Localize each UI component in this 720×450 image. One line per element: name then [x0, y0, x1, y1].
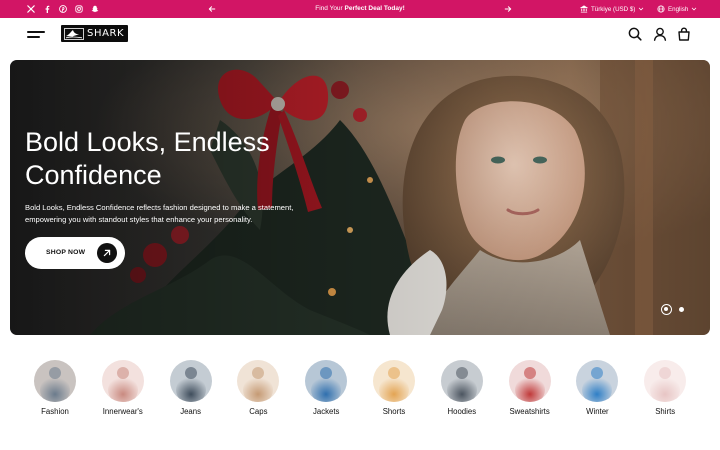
category-image: [34, 360, 76, 402]
category-image: [305, 360, 348, 402]
shop-now-button[interactable]: SHOP NOW: [25, 237, 125, 269]
slide-dot-active[interactable]: [661, 304, 672, 315]
globe-icon: [657, 5, 665, 13]
shark-logo-icon: [64, 27, 84, 40]
category-item[interactable]: Jackets: [291, 358, 361, 428]
category-item[interactable]: Shorts: [359, 358, 429, 428]
category-image: [373, 360, 415, 402]
arrow-up-right-icon: [97, 243, 117, 263]
chevron-down-icon: [692, 7, 697, 11]
category-item[interactable]: Fashion: [20, 358, 90, 428]
pinterest-icon[interactable]: [58, 5, 67, 14]
category-image: [101, 360, 144, 402]
hero-image: [10, 60, 710, 335]
category-label: Winter: [586, 407, 609, 416]
category-label: Shirts: [655, 407, 676, 416]
instagram-icon[interactable]: [74, 5, 83, 14]
category-image: [644, 360, 687, 402]
category-image: [237, 360, 280, 402]
promo-prefix: Find Your: [315, 5, 345, 12]
hero-title: Bold Looks, Endless Confidence: [25, 127, 270, 190]
hero-banner: Bold Looks, Endless Confidence Bold Look…: [10, 60, 710, 335]
currency-label: Türkiye (USD $): [591, 5, 636, 13]
category-item[interactable]: Winter: [562, 358, 632, 428]
snapchat-icon[interactable]: [90, 5, 99, 14]
category-label: Shorts: [382, 407, 406, 416]
category-item[interactable]: Hoodies: [427, 358, 497, 428]
announcement-bar: Find Your Perfect Deal Today! Türkiye (U…: [0, 0, 720, 18]
category-image: [440, 360, 483, 402]
category-label: Caps: [249, 407, 268, 416]
promo-prev-arrow-icon[interactable]: [207, 0, 217, 18]
category-item[interactable]: Innerwear's: [88, 358, 158, 428]
site-header: SHARK: [0, 18, 720, 50]
logo-text: SHARK: [87, 28, 125, 39]
category-list: Fashion Innerwear's Jeans Caps Jackets Shorts…: [0, 358, 720, 428]
promo-message: Find Your Perfect Deal Today!: [260, 0, 460, 18]
cart-icon[interactable]: [677, 27, 691, 41]
category-label: Innerwear's: [102, 407, 143, 416]
category-image: [508, 360, 551, 402]
category-item[interactable]: Sweatshirts: [495, 358, 565, 428]
category-image: [169, 360, 212, 402]
account-icon[interactable]: [653, 27, 667, 41]
language-selector[interactable]: English: [657, 0, 697, 18]
shop-now-label: SHOP NOW: [46, 249, 86, 256]
category-label: Sweatshirts: [509, 407, 550, 416]
logo[interactable]: SHARK: [61, 25, 128, 42]
category-label: Fashion: [41, 407, 69, 416]
hero-description: Bold Looks, Endless Confidence reflects …: [25, 203, 294, 224]
language-label: English: [668, 5, 689, 13]
currency-selector[interactable]: Türkiye (USD $): [580, 0, 644, 18]
category-label: Jackets: [312, 407, 340, 416]
category-label: Jeans: [180, 407, 201, 416]
facebook-icon[interactable]: [42, 5, 51, 14]
social-links: [26, 0, 99, 18]
x-icon[interactable]: [26, 5, 35, 14]
category-image: [576, 360, 619, 402]
category-item[interactable]: Caps: [223, 358, 293, 428]
menu-icon[interactable]: [27, 28, 45, 40]
promo-highlight: Perfect Deal Today!: [344, 5, 405, 12]
chevron-down-icon: [639, 7, 644, 11]
bank-icon: [580, 5, 588, 13]
category-item[interactable]: Shirts: [630, 358, 700, 428]
promo-next-arrow-icon[interactable]: [503, 0, 513, 18]
category-label: Hoodies: [447, 407, 477, 416]
slide-dot[interactable]: [679, 307, 684, 312]
category-item[interactable]: Jeans: [156, 358, 226, 428]
search-icon[interactable]: [628, 27, 642, 41]
